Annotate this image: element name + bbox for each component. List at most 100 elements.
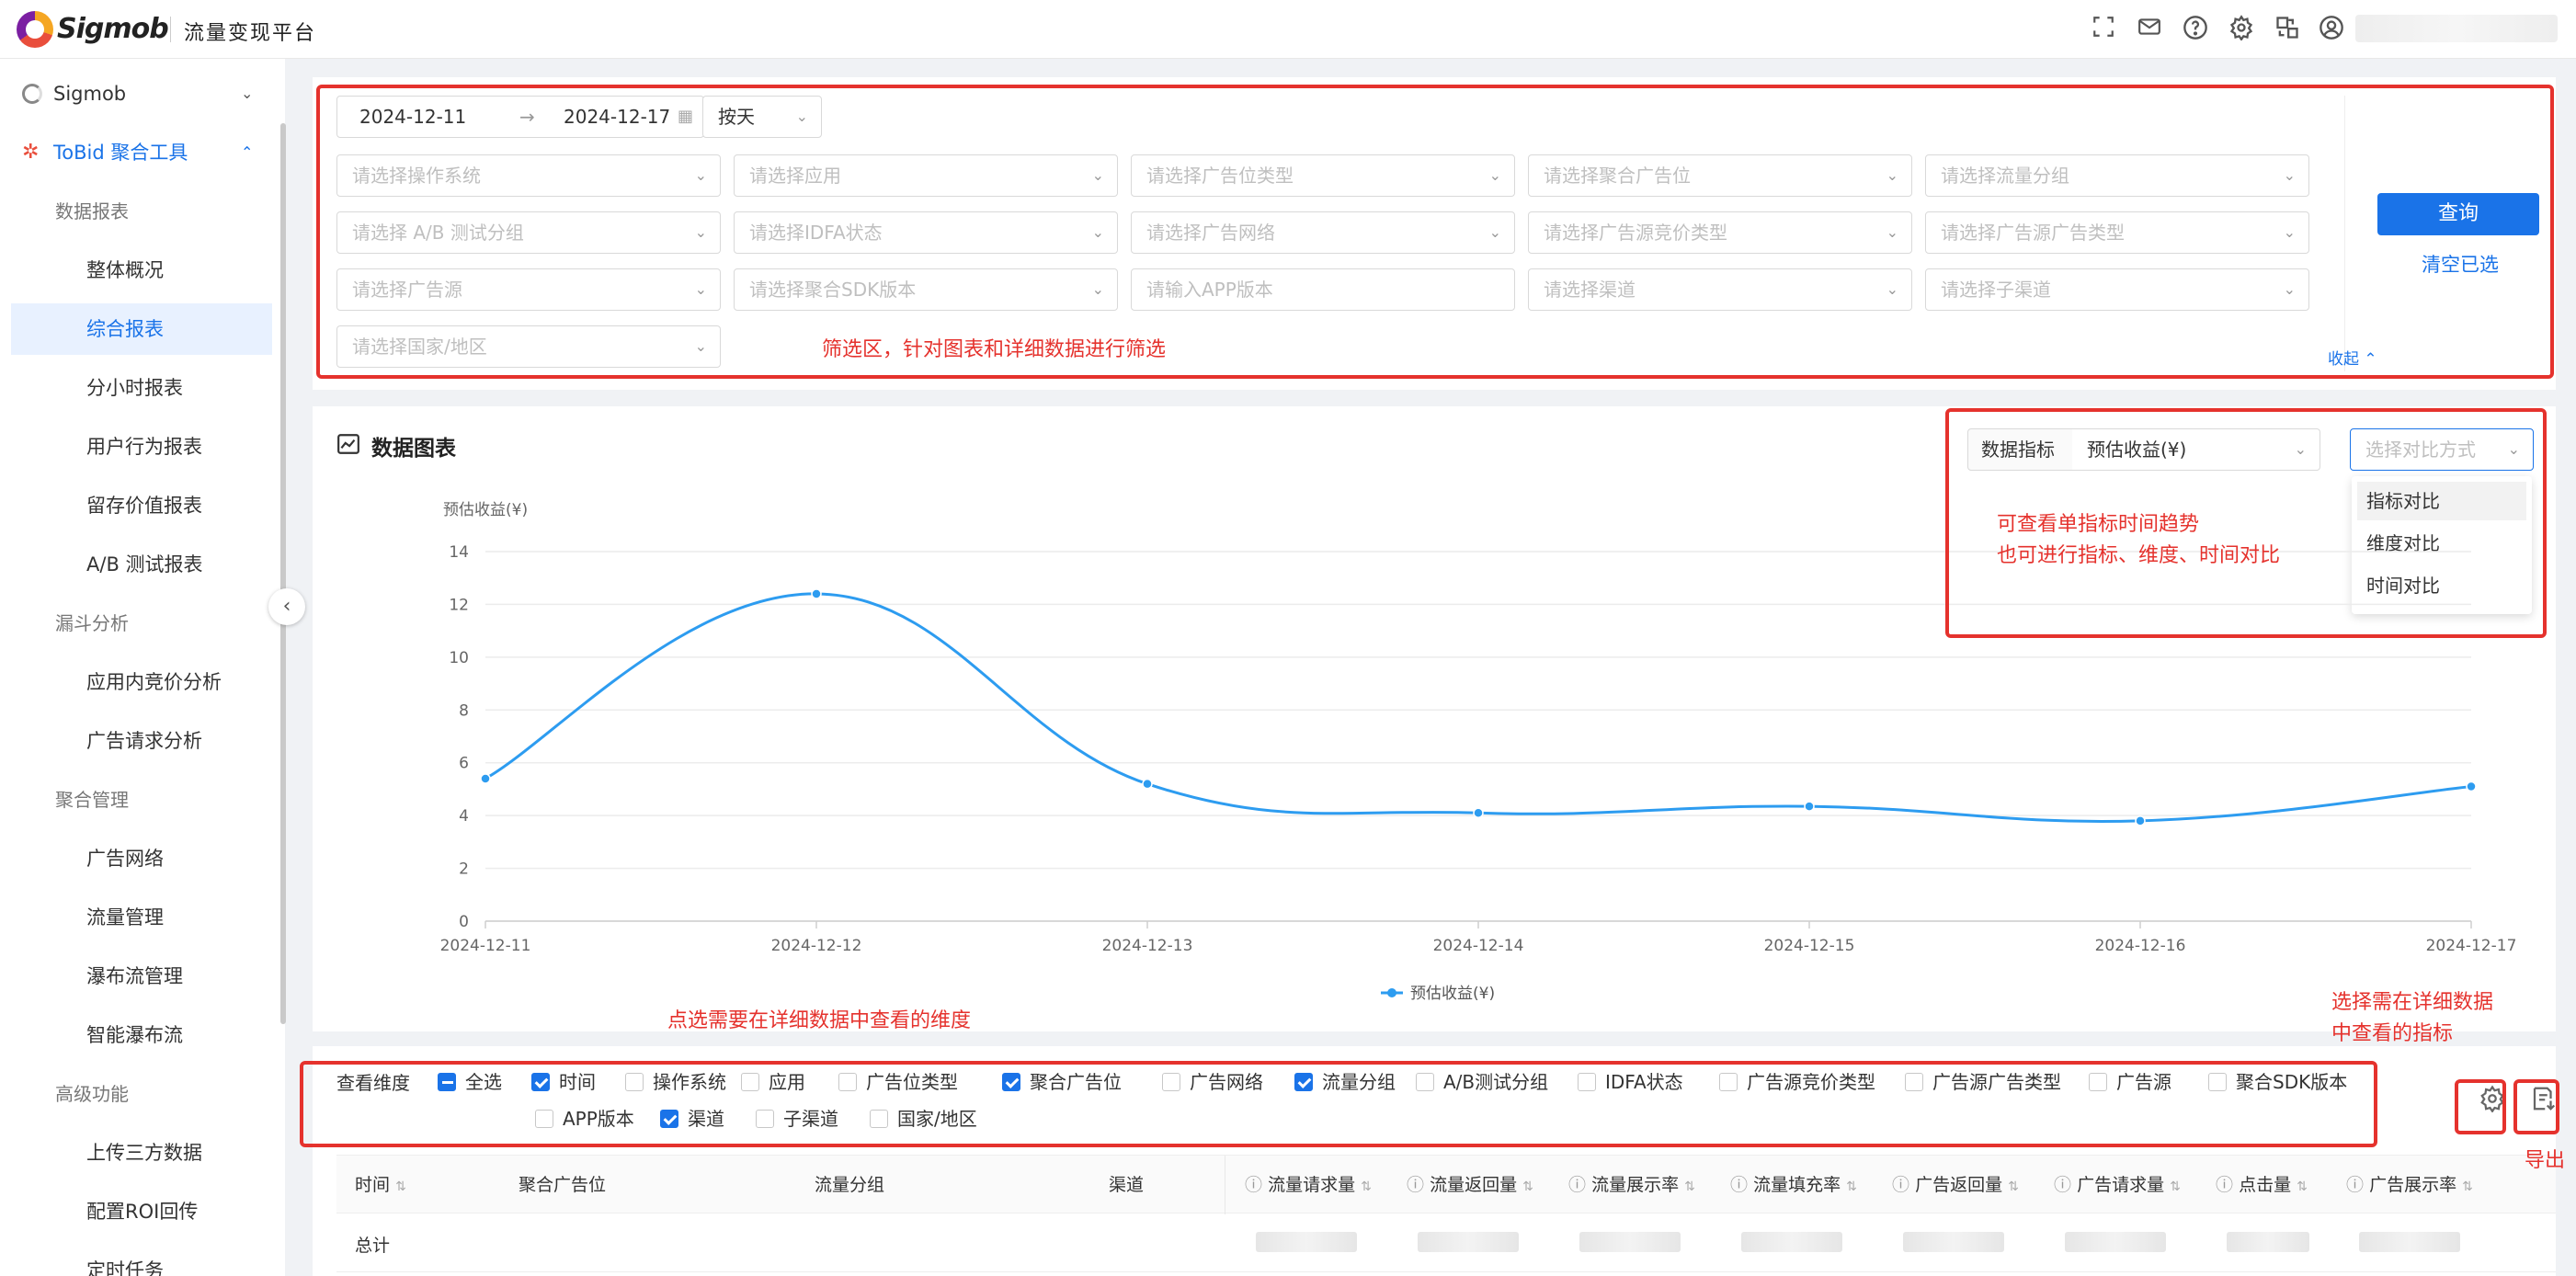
- sidebar-item-comprehensive-report[interactable]: 综合报表: [11, 303, 272, 355]
- sidebar-item-ad-network[interactable]: 广告网络: [0, 833, 276, 884]
- sidebar-item-smart-waterfall[interactable]: 智能瀑布流: [0, 1009, 276, 1061]
- column-header-time[interactable]: 时间 ⇅: [355, 1156, 406, 1214]
- y-tick-label: 8: [459, 701, 469, 720]
- sidebar-item-traffic-management[interactable]: 流量管理: [0, 892, 276, 943]
- filter-annotation: 筛选区，针对图表和详细数据进行筛选: [822, 338, 1167, 361]
- fullscreen-icon[interactable]: [2090, 15, 2117, 42]
- table-cell: [1903, 1232, 2004, 1252]
- help-icon[interactable]: ⓘ: [2054, 1175, 2071, 1195]
- tobid-icon: ✲: [22, 141, 40, 164]
- column-header-mediation-placement: 聚合广告位: [519, 1175, 607, 1195]
- sidebar-item-overview[interactable]: 整体概况: [0, 245, 276, 296]
- x-tick-label: 2024-12-15: [1764, 937, 1855, 955]
- total-label: 总计: [355, 1236, 391, 1256]
- translate-icon[interactable]: [2274, 15, 2301, 42]
- sort-icon[interactable]: ⇅: [2297, 1179, 2308, 1194]
- column-header-ad-show-rate[interactable]: ⓘ 广告展示率 ⇅: [2346, 1156, 2473, 1214]
- help-icon[interactable]: ⓘ: [1730, 1175, 1748, 1195]
- dimension-annotation-box: [300, 1061, 2377, 1147]
- sidebar-collapse-button[interactable]: ‹: [268, 588, 305, 625]
- chart-annotation-line2: 也可进行指标、维度、时间对比: [1997, 544, 2281, 567]
- y-tick-label: 6: [459, 755, 469, 773]
- column-header-traffic-requests[interactable]: ⓘ 流量请求量 ⇅: [1245, 1156, 1372, 1214]
- help-icon[interactable]: ⓘ: [1245, 1175, 1262, 1195]
- sidebar-item-request-analysis[interactable]: 广告请求分析: [0, 715, 276, 767]
- table-cell: [1418, 1232, 1519, 1252]
- sidebar-scrollbar[interactable]: [280, 123, 286, 1024]
- sidebar-group-title: 聚合管理: [55, 789, 129, 811]
- column-header-traffic-returns[interactable]: ⓘ 流量返回量 ⇅: [1407, 1156, 1533, 1214]
- sidebar-item-upload-data[interactable]: 上传三方数据: [0, 1127, 276, 1179]
- table-cell: [1256, 1232, 1357, 1252]
- sort-icon[interactable]: ⇅: [2462, 1179, 2473, 1194]
- svg-text:预估收益(¥): 预估收益(¥): [1410, 985, 1495, 1003]
- sidebar-item-hourly-report[interactable]: 分小时报表: [0, 362, 276, 414]
- logo-divider: [170, 17, 171, 42]
- sidebar-item-sigmob[interactable]: Sigmob ⌄: [0, 68, 276, 120]
- x-tick-label: 2024-12-14: [1433, 937, 1524, 955]
- data-point: [1473, 807, 1484, 819]
- chevron-down-icon: ⌄: [241, 85, 254, 102]
- mail-icon[interactable]: [2136, 15, 2163, 42]
- export-annotation-box: [2513, 1079, 2559, 1134]
- logo-text: Sigmob: [57, 13, 169, 45]
- help-icon[interactable]: [2182, 15, 2209, 42]
- help-icon[interactable]: ⓘ: [2346, 1175, 2364, 1195]
- sidebar-item-tobid[interactable]: ✲ ToBid 聚合工具 ⌃: [0, 127, 276, 178]
- filter-annotation-box: [316, 85, 2554, 379]
- data-point: [811, 588, 822, 599]
- sort-icon[interactable]: ⇅: [2008, 1179, 2019, 1194]
- dimension-annotation: 点选需要在详细数据中查看的维度: [667, 1009, 972, 1032]
- table-cell: [1741, 1232, 1842, 1252]
- help-icon[interactable]: ⓘ: [1892, 1175, 1909, 1195]
- sort-icon[interactable]: ⇅: [395, 1179, 406, 1194]
- y-tick-label: 14: [449, 543, 469, 562]
- sigmob-icon: [22, 84, 42, 104]
- sidebar-item-user-behavior-report[interactable]: 用户行为报表: [0, 421, 276, 473]
- export-annotation: 导出: [2525, 1149, 2566, 1172]
- sidebar-item-label: ToBid 聚合工具: [53, 142, 188, 164]
- column-header-ad-requests[interactable]: ⓘ 广告请求量 ⇅: [2054, 1156, 2181, 1214]
- chart-legend[interactable]: 预估收益(¥): [1381, 985, 1495, 1003]
- x-tick-label: 2024-12-12: [771, 937, 862, 955]
- x-tick-label: 2024-12-11: [440, 937, 531, 955]
- column-header-ad-returns[interactable]: ⓘ 广告返回量 ⇅: [1892, 1156, 2019, 1214]
- sort-icon[interactable]: ⇅: [1846, 1179, 1857, 1194]
- column-header-traffic-fill-rate[interactable]: ⓘ 流量填充率 ⇅: [1730, 1156, 1857, 1214]
- y-tick-label: 10: [449, 649, 469, 667]
- sidebar-item-retention-report[interactable]: 留存价值报表: [0, 480, 276, 531]
- y-tick-label: 4: [459, 807, 469, 826]
- user-name[interactable]: [2355, 15, 2558, 42]
- sort-icon[interactable]: ⇅: [1684, 1179, 1695, 1194]
- sidebar-item-roi-config[interactable]: 配置ROI回传: [0, 1186, 276, 1237]
- table-cell: [1579, 1232, 1681, 1252]
- user-icon[interactable]: [2318, 15, 2345, 42]
- sidebar-item-label: Sigmob: [53, 83, 127, 105]
- data-point: [2135, 815, 2146, 826]
- sort-icon[interactable]: ⇅: [1522, 1179, 1533, 1194]
- sidebar-item-bidding-analysis[interactable]: 应用内竞价分析: [0, 656, 276, 708]
- table-row-total: 总计: [336, 1213, 2556, 1272]
- y-axis-label: 预估收益(¥): [443, 501, 528, 519]
- help-icon[interactable]: ⓘ: [1568, 1175, 1586, 1195]
- data-point: [480, 773, 491, 784]
- sort-icon[interactable]: ⇅: [1361, 1179, 1372, 1194]
- table-cell: [2227, 1232, 2309, 1252]
- sidebar-item-scheduled-tasks[interactable]: 定时任务: [0, 1245, 276, 1276]
- sidebar: Sigmob ⌄ ✲ ToBid 聚合工具 ⌃ 数据报表 整体概况 综合报表 分…: [0, 59, 286, 1276]
- column-header-traffic-show-rate[interactable]: ⓘ 流量展示率 ⇅: [1568, 1156, 1695, 1214]
- x-tick-label: 2024-12-16: [2095, 937, 2186, 955]
- sort-icon[interactable]: ⇅: [2170, 1179, 2181, 1194]
- chevron-up-icon: ⌃: [241, 143, 254, 161]
- settings-icon[interactable]: [2228, 15, 2255, 42]
- sidebar-item-waterfall-management[interactable]: 瀑布流管理: [0, 951, 276, 1002]
- help-icon[interactable]: ⓘ: [1407, 1175, 1424, 1195]
- column-header-clicks[interactable]: ⓘ 点击量 ⇅: [2216, 1156, 2308, 1214]
- sidebar-item-ab-test-report[interactable]: A/B 测试报表: [0, 539, 276, 590]
- x-tick-label: 2024-12-13: [1102, 937, 1193, 955]
- table-cell: [2359, 1232, 2460, 1252]
- metrics-annotation-line2: 中查看的指标: [2331, 1022, 2454, 1045]
- help-icon[interactable]: ⓘ: [2216, 1175, 2233, 1195]
- logo-icon: [17, 11, 53, 48]
- chart-annotation-line1: 可查看单指标时间趋势: [1997, 513, 2200, 536]
